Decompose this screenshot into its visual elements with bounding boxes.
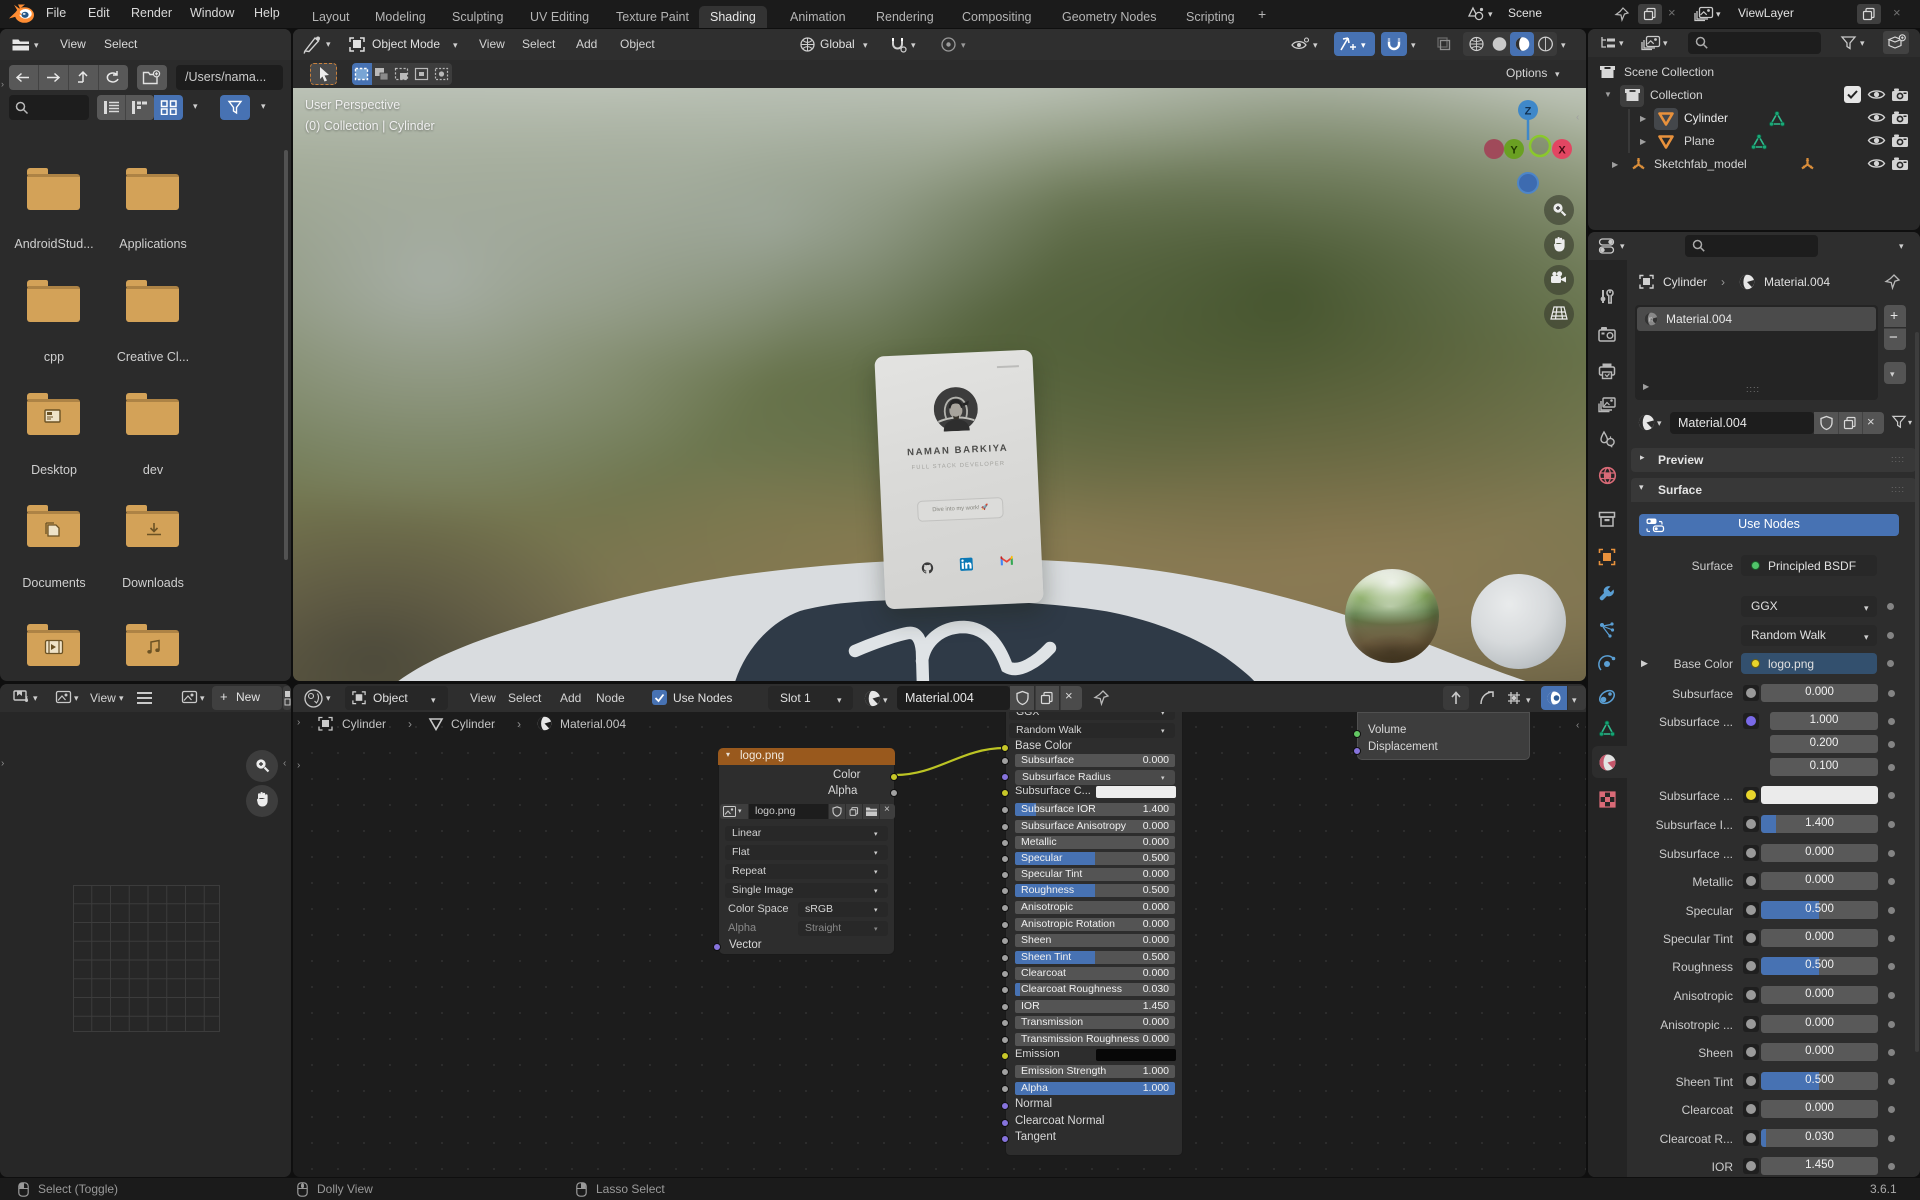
svg-text:X: X xyxy=(1558,145,1566,157)
svg-text:Z: Z xyxy=(1525,106,1532,118)
svg-text:Y: Y xyxy=(1510,145,1518,157)
svg-text:n: n xyxy=(1649,316,1653,324)
